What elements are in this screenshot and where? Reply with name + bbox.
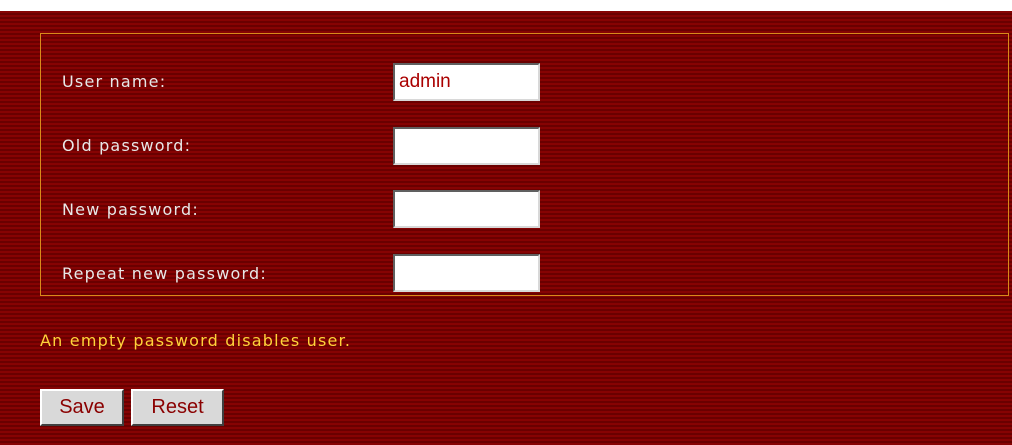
repeat-password-label: Repeat new password: <box>62 264 267 283</box>
repeat-password-input[interactable] <box>393 254 540 292</box>
save-button[interactable]: Save <box>40 389 124 426</box>
old-password-label: Old password: <box>62 136 192 155</box>
new-password-label: New password: <box>62 200 199 219</box>
user-name-input[interactable] <box>393 63 540 101</box>
old-password-input[interactable] <box>393 127 540 165</box>
empty-password-note: An empty password disables user. <box>40 331 352 350</box>
reset-button[interactable]: Reset <box>131 389 224 426</box>
user-fieldset: User name: Old password: New password: R… <box>40 33 1009 296</box>
new-password-input[interactable] <box>393 190 540 228</box>
user-name-label: User name: <box>62 72 167 91</box>
password-settings-panel: User name: Old password: New password: R… <box>0 11 1012 445</box>
